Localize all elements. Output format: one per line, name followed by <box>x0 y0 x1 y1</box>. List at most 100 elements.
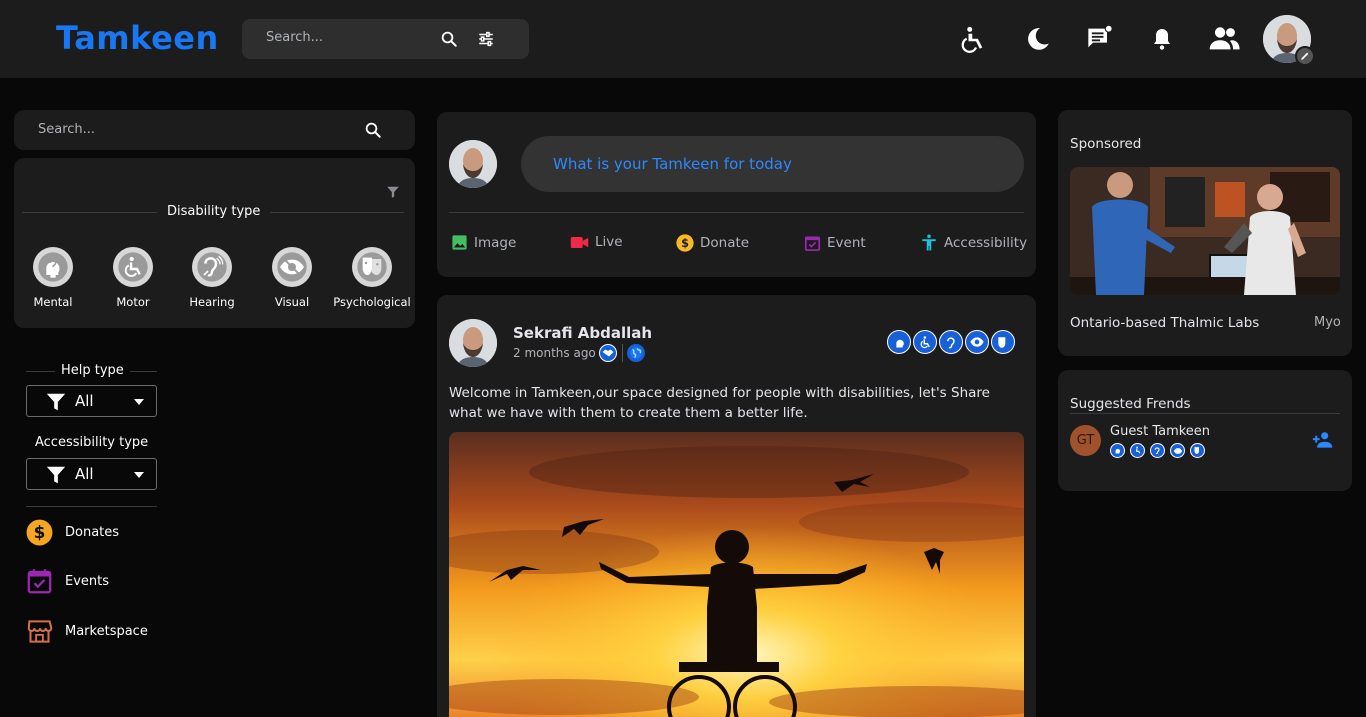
nav-label: Events <box>65 573 110 589</box>
wheelchair-icon <box>118 252 148 282</box>
eye-icon <box>965 330 989 354</box>
image-icon <box>452 235 467 250</box>
accessibility-mode-icon[interactable] <box>961 25 991 55</box>
head-icon <box>887 330 911 354</box>
suggested-friends-panel: Suggested Frends GT Guest Tamkeen <box>1058 370 1352 491</box>
help-type-badge <box>599 344 617 362</box>
ear-icon <box>939 330 963 354</box>
action-donate[interactable]: $ Donate <box>676 234 749 252</box>
calendar-icon <box>27 569 52 594</box>
store-icon <box>27 619 53 643</box>
svg-text:$: $ <box>681 237 689 250</box>
post-disability-badges <box>887 330 1015 354</box>
eye-icon <box>1170 443 1185 458</box>
search-icon[interactable] <box>364 121 382 139</box>
disability-label: Hearing <box>189 295 235 309</box>
mask-icon <box>357 252 387 282</box>
disability-mental[interactable]: Mental <box>13 247 93 309</box>
accessibility-type-label: Accessibility type <box>29 435 155 450</box>
handshake-icon <box>602 349 614 357</box>
help-type-label: Help type <box>55 363 130 378</box>
action-label: Accessibility <box>944 235 1028 251</box>
video-icon <box>570 236 589 248</box>
mask-icon <box>991 330 1015 354</box>
search-icon[interactable] <box>440 30 458 48</box>
nav-label: Marketspace <box>65 623 148 639</box>
disability-motor[interactable]: Motor <box>93 247 173 309</box>
action-event[interactable]: Event <box>804 234 866 252</box>
accessibility-icon <box>922 234 936 251</box>
post-author-name[interactable]: Sekrafi Abdallah <box>513 324 652 342</box>
action-label: Donate <box>700 235 750 251</box>
sponsored-caption[interactable]: Ontario-based Thalmic Labs <box>1070 315 1259 331</box>
lab-photo-icon <box>1070 167 1340 295</box>
post-author-avatar[interactable] <box>449 319 497 367</box>
sidebar-search[interactable]: Search... <box>14 110 415 150</box>
post-text: Welcome in Tamkeen,our space designed fo… <box>449 385 990 421</box>
wheelchair-icon <box>1130 443 1145 458</box>
action-accessibility[interactable]: Accessibility <box>920 234 1027 252</box>
divider <box>622 344 623 362</box>
dark-mode-icon[interactable] <box>1025 25 1051 53</box>
disability-psychological[interactable]: Psychological <box>332 247 412 309</box>
disability-label: Visual <box>274 295 310 309</box>
post-composer: What is your Tamkeen for today Image Liv… <box>437 112 1036 277</box>
nav-donates[interactable]: $ Donates <box>26 517 119 547</box>
sponsored-image[interactable] <box>1070 167 1340 295</box>
action-image[interactable]: Image <box>451 234 516 251</box>
sidebar-search-placeholder: Search... <box>38 122 96 137</box>
caret-down-icon <box>134 399 144 405</box>
composer-avatar[interactable] <box>449 140 497 188</box>
sunset-wheelchair-photo-icon <box>449 432 1024 717</box>
disability-label: Psychological <box>333 295 411 309</box>
divider <box>1070 413 1340 414</box>
header-search-placeholder: Search... <box>266 30 324 45</box>
messages-icon[interactable] <box>1086 24 1114 52</box>
disability-visual[interactable]: Visual <box>252 247 332 309</box>
globe-icon <box>630 347 642 359</box>
filter-icon[interactable] <box>386 185 400 199</box>
post-time: 2 months ago . <box>513 346 604 360</box>
svg-text:$: $ <box>34 522 46 542</box>
mask-icon <box>1190 443 1205 458</box>
divider <box>449 212 1024 213</box>
disability-hearing[interactable]: Hearing <box>172 247 252 309</box>
suggested-name[interactable]: Guest Tamkeen <box>1110 424 1210 439</box>
head-icon <box>38 252 68 282</box>
disability-label: Motor <box>116 295 150 309</box>
feed-post: Sekrafi Abdallah 2 months ago . Welcome … <box>437 295 1036 717</box>
compose-placeholder: What is your Tamkeen for today <box>553 155 792 173</box>
sponsored-title: Sponsored <box>1070 136 1142 152</box>
wheelchair-icon <box>913 330 937 354</box>
header-search[interactable]: Search... <box>242 19 529 59</box>
dollar-icon: $ <box>26 519 53 545</box>
edit-avatar-button[interactable] <box>1295 46 1315 66</box>
public-globe-icon[interactable] <box>627 344 645 362</box>
accessibility-type-select[interactable]: All <box>26 458 157 490</box>
post-image[interactable] <box>449 432 1024 717</box>
tune-icon[interactable] <box>477 30 495 48</box>
sponsored-panel: Sponsored Ontario-based Thalmic Labs Myo <box>1058 110 1352 356</box>
filter-icon <box>46 393 66 411</box>
pencil-icon <box>1301 52 1309 60</box>
help-type-value: All <box>75 392 94 410</box>
ear-icon <box>197 252 227 282</box>
calendar-icon <box>804 236 821 251</box>
profile-photo-icon <box>449 319 497 367</box>
app-logo[interactable]: Tamkeen <box>56 19 219 57</box>
suggested-avatar[interactable]: GT <box>1070 425 1101 456</box>
nav-label: Donates <box>65 524 120 540</box>
add-friend-icon[interactable] <box>1312 431 1334 449</box>
bell-icon[interactable] <box>1150 25 1174 53</box>
disability-filter-panel: Disability type Mental Motor Hearing Vis… <box>14 158 415 328</box>
action-live[interactable]: Live <box>570 234 623 250</box>
action-label: Image <box>474 234 517 251</box>
caret-down-icon <box>134 472 144 478</box>
nav-marketspace[interactable]: Marketspace <box>26 616 148 646</box>
friends-icon[interactable] <box>1208 26 1240 52</box>
compose-input[interactable]: What is your Tamkeen for today <box>521 136 1024 192</box>
accessibility-type-value: All <box>75 465 94 483</box>
nav-events[interactable]: Events <box>26 566 109 596</box>
action-label: Live <box>595 234 623 250</box>
help-type-select[interactable]: All <box>26 385 157 417</box>
